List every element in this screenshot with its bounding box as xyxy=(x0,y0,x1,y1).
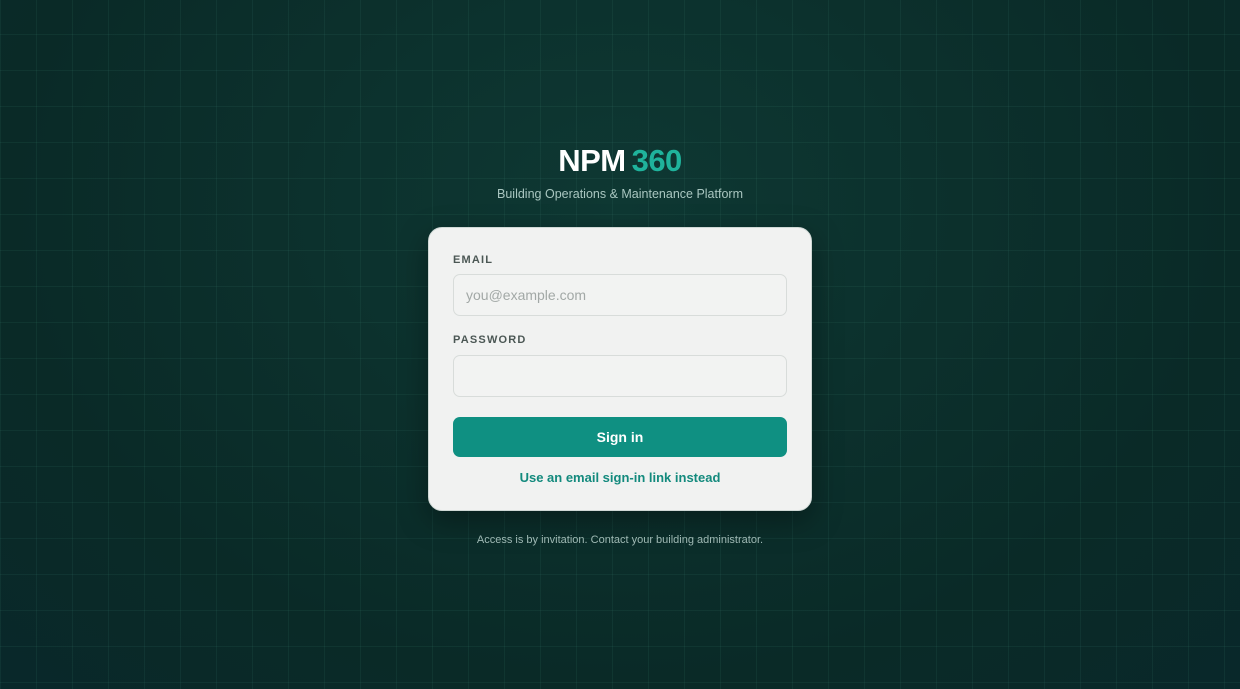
brand-number: 360 xyxy=(631,143,683,178)
invitation-note: Access is by invitation. Contact your bu… xyxy=(476,534,764,546)
password-label: PASSWORD xyxy=(453,334,527,346)
login-card: EMAIL PASSWORD Sign in Use an email sign… xyxy=(428,227,812,511)
email-link-signin-link[interactable]: Use an email sign-in link instead xyxy=(429,470,811,486)
email-field[interactable] xyxy=(453,274,787,316)
brand-tagline: Building Operations & Maintenance Platfo… xyxy=(497,187,743,201)
sign-in-button[interactable]: Sign in xyxy=(453,417,787,457)
brand-logo: NPM 360 xyxy=(0,141,1240,181)
brand-name: NPM xyxy=(558,143,626,178)
email-label: EMAIL xyxy=(453,254,494,266)
password-field[interactable] xyxy=(453,355,787,397)
